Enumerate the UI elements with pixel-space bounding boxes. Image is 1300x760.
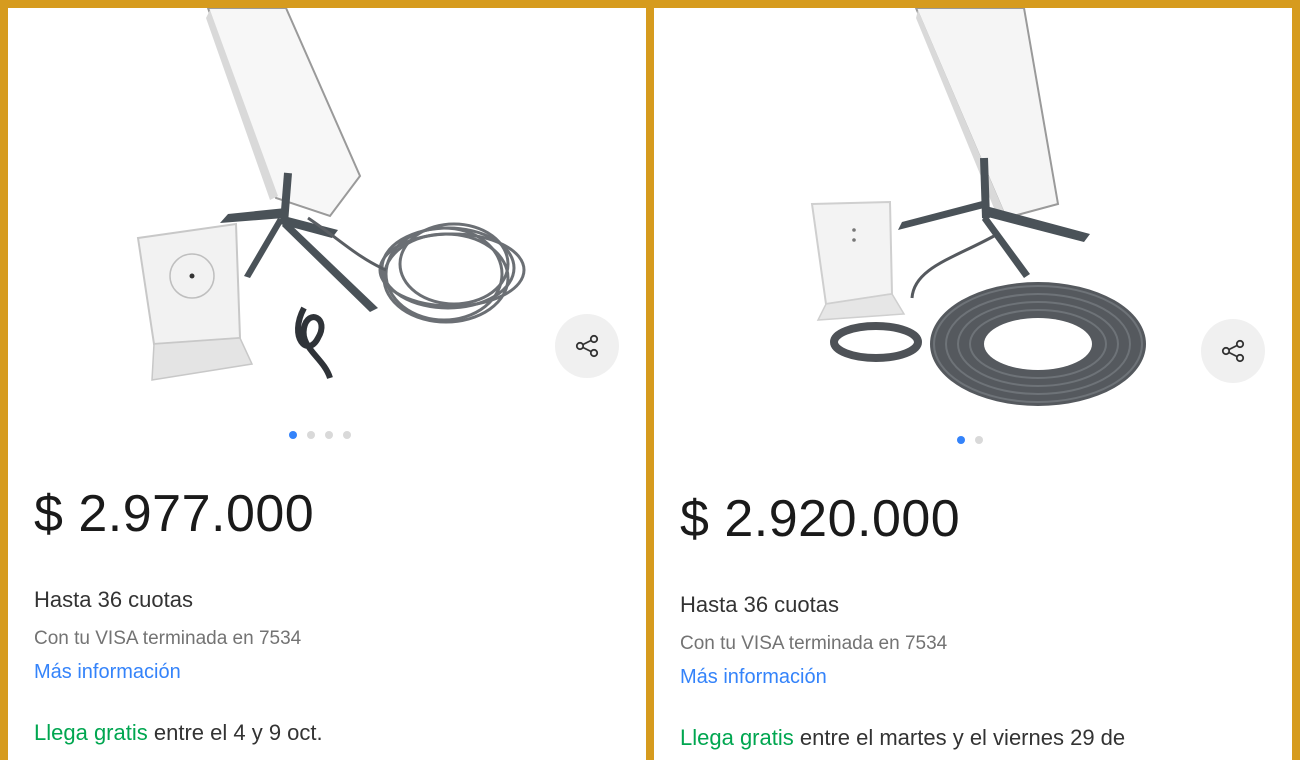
card-note: Con tu VISA terminada en 7534 <box>34 628 302 649</box>
shipping-dates: entre el martes y el viernes 29 de <box>793 725 1126 750</box>
shipping-dates: entre el 4 y 9 oct. <box>147 720 323 745</box>
carousel-dot-2[interactable] <box>307 431 315 439</box>
installments-text: Hasta 36 cuotas <box>34 587 193 612</box>
carousel-dot-1[interactable] <box>289 431 297 439</box>
more-info-link[interactable]: Más información <box>34 661 181 684</box>
price: $ 2.920.000 <box>680 490 961 548</box>
carousel-indicator <box>8 431 639 439</box>
carousel-dot-2[interactable] <box>975 436 983 444</box>
price: $ 2.977.000 <box>34 485 315 543</box>
carousel-indicator <box>654 436 1289 444</box>
share-button[interactable] <box>1201 319 1265 383</box>
more-info-link[interactable]: Más información <box>680 666 827 689</box>
shipping-info: Llega gratis entre el 4 y 9 oct. <box>34 720 323 746</box>
card-note: Con tu VISA terminada en 7534 <box>680 633 948 654</box>
product-card-right: $ 2.920.000 Hasta 36 cuotas Con tu VISA … <box>654 8 1292 760</box>
product-image[interactable] <box>8 8 646 418</box>
free-shipping-label: Llega gratis <box>680 725 794 750</box>
product-image[interactable] <box>654 8 1292 418</box>
product-card-left: $ 2.977.000 Hasta 36 cuotas Con tu VISA … <box>8 8 646 760</box>
shipping-info: Llega gratis entre el martes y el vierne… <box>680 725 1125 751</box>
installments-text: Hasta 36 cuotas <box>680 592 839 617</box>
carousel-dot-4[interactable] <box>343 431 351 439</box>
share-icon <box>1221 339 1245 363</box>
share-icon <box>575 334 599 358</box>
share-button[interactable] <box>555 314 619 378</box>
carousel-dot-3[interactable] <box>325 431 333 439</box>
free-shipping-label: Llega gratis <box>34 720 148 745</box>
carousel-dot-1[interactable] <box>957 436 965 444</box>
